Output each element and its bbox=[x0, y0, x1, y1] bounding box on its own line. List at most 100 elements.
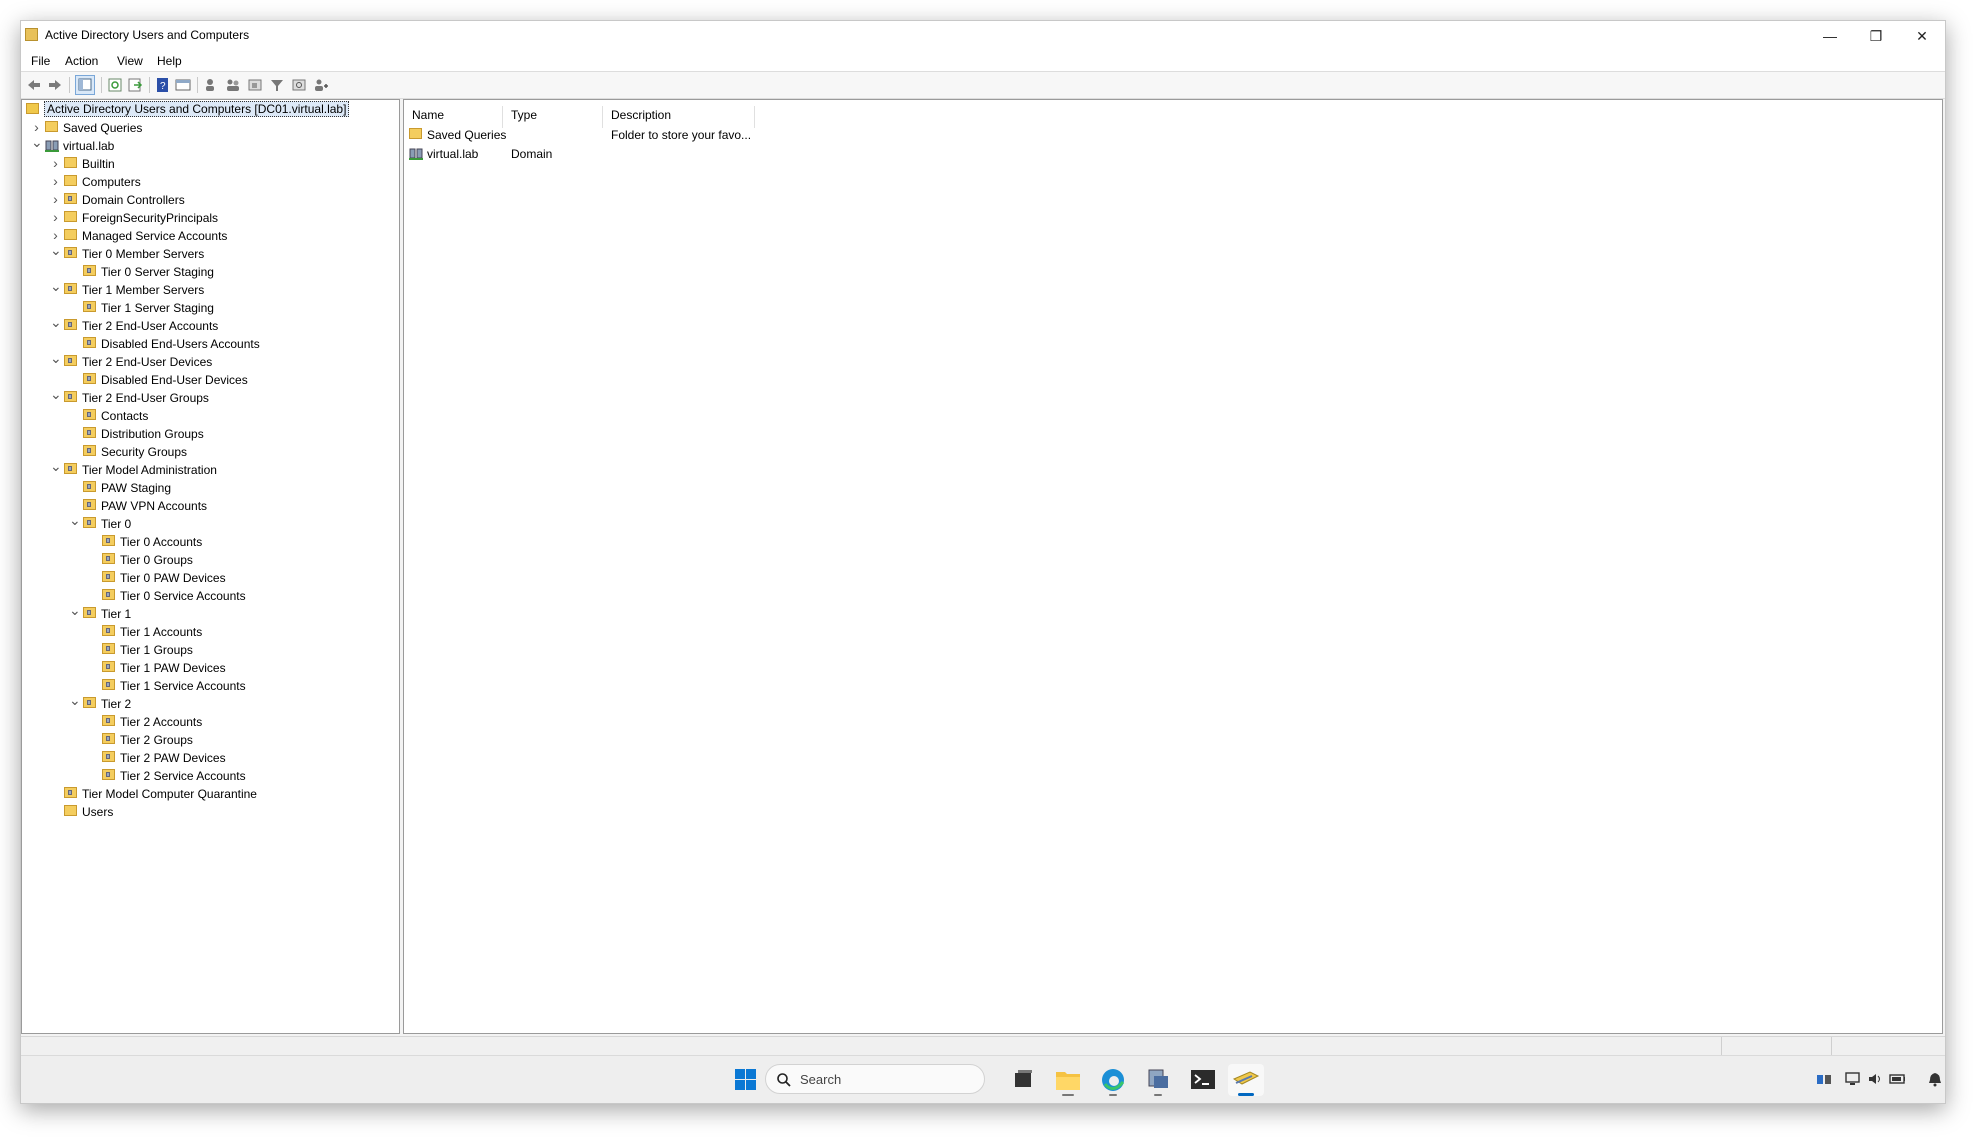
tree-node[interactable]: › Managed Service Accounts bbox=[22, 227, 397, 245]
new-ou-icon[interactable] bbox=[247, 77, 263, 93]
filter-icon[interactable] bbox=[269, 77, 285, 93]
back-icon[interactable] bbox=[26, 77, 42, 93]
tree-node[interactable]: Tier 2 Groups bbox=[22, 731, 397, 749]
menu-view[interactable]: View bbox=[117, 54, 143, 68]
tree-node[interactable]: Tier Model Computer Quarantine bbox=[22, 785, 397, 803]
forward-icon[interactable] bbox=[47, 77, 63, 93]
terminal-icon[interactable] bbox=[1185, 1064, 1221, 1096]
network-status-icon[interactable] bbox=[1816, 1071, 1832, 1087]
expand-chevron-icon[interactable]: › bbox=[50, 228, 61, 242]
column-header-type[interactable]: Type bbox=[511, 108, 537, 128]
tree-node[interactable]: Disabled End-User Devices bbox=[22, 371, 397, 389]
refresh-icon[interactable] bbox=[107, 77, 123, 93]
new-user-icon[interactable] bbox=[203, 77, 219, 93]
task-view-icon[interactable] bbox=[1005, 1064, 1041, 1096]
tree-node[interactable]: ⌄ virtual.lab bbox=[22, 135, 397, 155]
tree-node[interactable]: › Domain Controllers bbox=[22, 191, 397, 209]
close-button[interactable]: ✕ bbox=[1899, 21, 1945, 51]
collapse-chevron-icon[interactable]: ⌄ bbox=[50, 243, 62, 257]
collapse-chevron-icon[interactable]: ⌄ bbox=[50, 459, 62, 473]
tree-node[interactable]: › Saved Queries bbox=[22, 119, 397, 137]
display-icon[interactable] bbox=[1845, 1071, 1861, 1087]
expand-chevron-icon[interactable]: › bbox=[50, 210, 61, 224]
collapse-chevron-icon[interactable]: ⌄ bbox=[50, 315, 62, 329]
column-header-description[interactable]: Description bbox=[611, 108, 671, 128]
column-header-name[interactable]: Name bbox=[412, 108, 444, 128]
find-icon[interactable] bbox=[291, 77, 307, 93]
expand-chevron-icon[interactable]: › bbox=[50, 192, 61, 206]
volume-icon[interactable] bbox=[1867, 1071, 1883, 1087]
expand-chevron-icon[interactable]: › bbox=[50, 174, 61, 188]
list-item[interactable]: Saved Queries Folder to store your favo.… bbox=[409, 126, 769, 144]
tree-node[interactable]: Tier 0 Accounts bbox=[22, 533, 397, 551]
tree-node[interactable]: ⌄ Tier 1 Member Servers bbox=[22, 279, 397, 299]
tree-node[interactable]: ⌄ Tier 2 End-User Accounts bbox=[22, 315, 397, 335]
tree-node[interactable]: › ForeignSecurityPrincipals bbox=[22, 209, 397, 227]
tree-node[interactable]: › Builtin bbox=[22, 155, 397, 173]
tree-node[interactable]: Tier 2 PAW Devices bbox=[22, 749, 397, 767]
collapse-chevron-icon[interactable]: ⌄ bbox=[69, 693, 81, 707]
tree-node[interactable]: Disabled End-Users Accounts bbox=[22, 335, 397, 353]
add-to-group-icon[interactable] bbox=[313, 77, 329, 93]
tree-node[interactable]: Tier 2 Service Accounts bbox=[22, 767, 397, 785]
menu-action[interactable]: Action bbox=[65, 54, 98, 68]
tree-node[interactable]: Users bbox=[22, 803, 397, 821]
organizational-unit-icon bbox=[64, 391, 77, 402]
edge-icon[interactable] bbox=[1095, 1064, 1131, 1096]
export-list-icon[interactable] bbox=[127, 77, 143, 93]
aduc-icon[interactable] bbox=[1228, 1064, 1264, 1096]
tree-node[interactable]: › Computers bbox=[22, 173, 397, 191]
tree-node[interactable]: Tier 2 Accounts bbox=[22, 713, 397, 731]
details-pane[interactable]: Name Type Description Saved Queries Fold… bbox=[403, 99, 1943, 1034]
tree-node[interactable]: Tier 1 Server Staging bbox=[22, 299, 397, 317]
tree-node-label: Tier 1 Groups bbox=[120, 643, 193, 657]
tree-node[interactable]: Tier 0 Groups bbox=[22, 551, 397, 569]
show-hide-tree-icon[interactable] bbox=[75, 75, 95, 95]
tree-node[interactable]: Tier 0 Server Staging bbox=[22, 263, 397, 281]
folder-icon bbox=[64, 211, 77, 222]
collapse-chevron-icon[interactable]: ⌄ bbox=[50, 351, 62, 365]
tree-node[interactable]: Tier 0 PAW Devices bbox=[22, 569, 397, 587]
tree-node[interactable]: ⌄ Tier 2 End-User Devices bbox=[22, 351, 397, 371]
minimize-button[interactable]: — bbox=[1807, 21, 1853, 51]
menu-help[interactable]: Help bbox=[157, 54, 182, 68]
collapse-chevron-icon[interactable]: ⌄ bbox=[69, 603, 81, 617]
tree-node-label: Contacts bbox=[101, 409, 149, 423]
collapse-chevron-icon[interactable]: ⌄ bbox=[69, 513, 81, 527]
restore-button[interactable]: ❐ bbox=[1853, 21, 1899, 51]
start-icon[interactable] bbox=[727, 1064, 763, 1096]
tree-node[interactable]: ⌄ Tier Model Administration bbox=[22, 459, 397, 479]
tree-node[interactable]: Tier 1 Groups bbox=[22, 641, 397, 659]
console-tree[interactable]: Active Directory Users and Computers [DC… bbox=[21, 99, 400, 1034]
tree-node[interactable]: Distribution Groups bbox=[22, 425, 397, 443]
properties-icon[interactable] bbox=[175, 77, 191, 93]
collapse-chevron-icon[interactable]: ⌄ bbox=[50, 279, 62, 293]
tree-node[interactable]: PAW Staging bbox=[22, 479, 397, 497]
list-item[interactable]: virtual.lab Domain bbox=[409, 145, 769, 163]
tree-node-label: Distribution Groups bbox=[101, 427, 204, 441]
expand-chevron-icon[interactable]: › bbox=[50, 156, 61, 170]
menu-file[interactable]: File bbox=[31, 54, 50, 68]
organizational-unit-icon bbox=[83, 607, 96, 618]
expand-chevron-icon[interactable]: › bbox=[31, 120, 42, 134]
tree-node[interactable]: ⌄ Tier 2 End-User Groups bbox=[22, 387, 397, 407]
tree-node[interactable]: Tier 1 PAW Devices bbox=[22, 659, 397, 677]
tree-node[interactable]: ⌄ Tier 0 Member Servers bbox=[22, 243, 397, 263]
taskbar-search-input[interactable]: Search bbox=[765, 1064, 985, 1094]
tree-node[interactable]: Tier 1 Accounts bbox=[22, 623, 397, 641]
organizational-unit-icon bbox=[83, 373, 96, 384]
tree-node[interactable]: Active Directory Users and Computers [DC… bbox=[22, 101, 397, 119]
collapse-chevron-icon[interactable]: ⌄ bbox=[31, 135, 43, 149]
tree-node[interactable]: ⌄ Tier 0 bbox=[22, 513, 397, 533]
tree-node[interactable]: ⌄ Tier 2 bbox=[22, 693, 397, 713]
notification-icon[interactable] bbox=[1927, 1071, 1943, 1087]
file-explorer-icon[interactable] bbox=[1050, 1064, 1086, 1096]
collapse-chevron-icon[interactable]: ⌄ bbox=[50, 387, 62, 401]
new-group-icon[interactable] bbox=[225, 77, 241, 93]
tree-node[interactable]: Contacts bbox=[22, 407, 397, 425]
tree-node[interactable]: Security Groups bbox=[22, 443, 397, 461]
help-icon[interactable]: ? bbox=[155, 77, 171, 93]
battery-icon[interactable] bbox=[1889, 1071, 1905, 1087]
tree-node[interactable]: ⌄ Tier 1 bbox=[22, 603, 397, 623]
server-manager-icon[interactable] bbox=[1140, 1064, 1176, 1096]
